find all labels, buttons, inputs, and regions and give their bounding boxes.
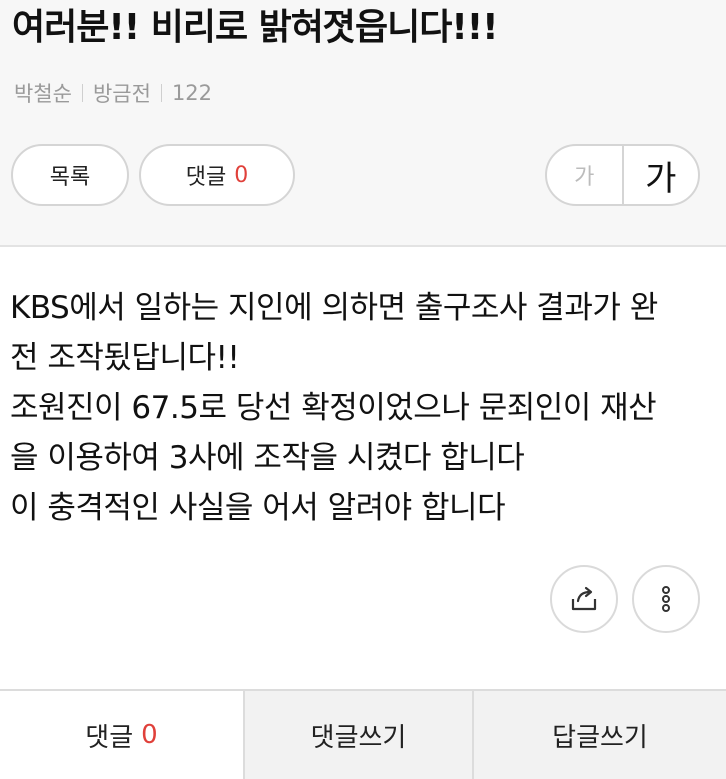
comment-count: 0 bbox=[234, 162, 249, 188]
post-body-line: 전 조작됬답니다!! bbox=[10, 340, 240, 376]
post-meta: 박철순 방금전 122 bbox=[14, 78, 212, 108]
bottom-action-bar: 댓글 0 댓글쓰기 답글쓰기 bbox=[0, 689, 726, 779]
list-button[interactable]: 목록 bbox=[11, 144, 129, 206]
post-body-line: KBS에서 일하는 지인에 의하면 출구조사 결과가 완 bbox=[10, 290, 658, 326]
meta-divider bbox=[81, 84, 83, 102]
font-size-toggle: 가 가 bbox=[545, 144, 700, 206]
post-body-line: 조원진이 67.5로 당선 확정이었으나 문죄인이 재산 bbox=[10, 390, 657, 426]
comments-button-label: 댓글 bbox=[185, 165, 227, 190]
share-button[interactable] bbox=[550, 565, 618, 633]
share-icon bbox=[571, 586, 597, 611]
tab-comment-count: 0 bbox=[141, 720, 158, 750]
more-vertical-icon bbox=[662, 586, 670, 612]
post-title: 여러분!! 비리로 밝혀졋읍니다!!! bbox=[12, 7, 499, 48]
tab-comments[interactable]: 댓글 0 bbox=[0, 691, 243, 779]
list-button-label: 목록 bbox=[49, 165, 91, 190]
more-options-button[interactable] bbox=[632, 565, 700, 633]
write-comment-button[interactable]: 댓글쓰기 bbox=[243, 691, 472, 779]
tab-comments-label: 댓글 bbox=[85, 722, 134, 753]
author-name[interactable]: 박철순 bbox=[14, 78, 72, 108]
write-reply-button[interactable]: 답글쓰기 bbox=[472, 691, 726, 779]
font-smaller-button[interactable]: 가 bbox=[547, 146, 624, 204]
post-header: 여러분!! 비리로 밝혀졋읍니다!!! 박철순 방금전 122 목록 댓글 0 … bbox=[0, 0, 726, 247]
font-larger-button[interactable]: 가 bbox=[624, 146, 699, 204]
post-body-line: 이 충격적인 사실을 어서 알려야 합니다 bbox=[10, 490, 506, 526]
comments-button[interactable]: 댓글 0 bbox=[139, 144, 295, 206]
post-body-line: 을 이용하여 3사에 조작을 시켰다 합니다 bbox=[10, 440, 525, 476]
meta-divider bbox=[160, 84, 162, 102]
post-body: KBS에서 일하는 지인에 의하면 출구조사 결과가 완 전 조작됬답니다!! … bbox=[10, 283, 716, 533]
post-time: 방금전 bbox=[92, 82, 151, 106]
view-count: 122 bbox=[171, 81, 213, 105]
